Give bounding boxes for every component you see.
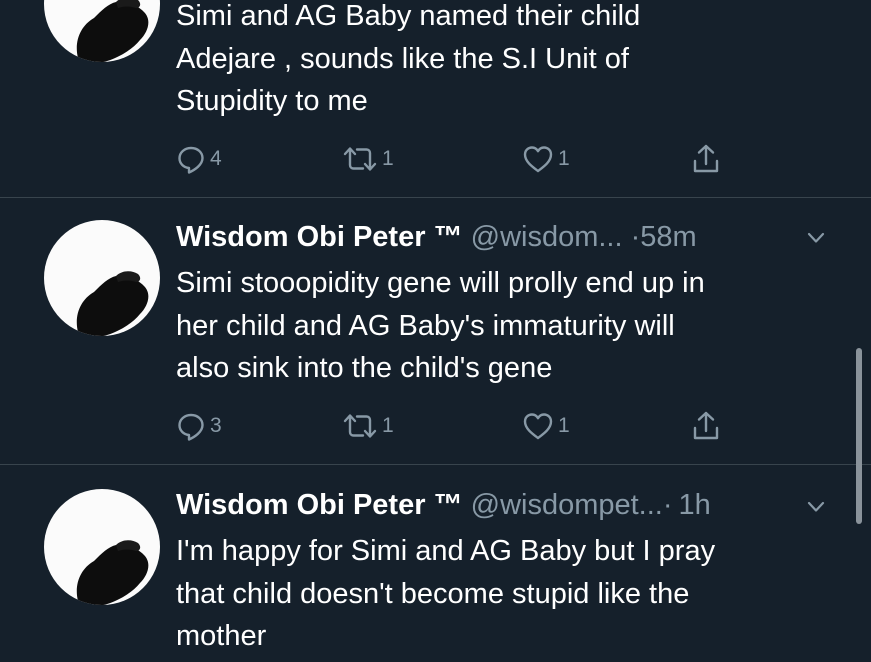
avatar[interactable]	[44, 220, 160, 336]
tweet[interactable]: Wisdom Obi Peter ™ @wisdompet...· 1h I'm …	[0, 464, 871, 662]
tweet-text: Simi and AG Baby named their child Adeja…	[176, 0, 641, 117]
retweet-button[interactable]: 1	[342, 409, 394, 443]
timestamp[interactable]: 1h	[679, 489, 711, 521]
user-handle[interactable]: @wisdom...	[471, 221, 623, 253]
retweet-button[interactable]: 1	[342, 142, 394, 176]
share-icon	[693, 411, 719, 440]
tweet-actions: 3 1 1	[0, 409, 871, 443]
scrollbar-thumb[interactable]	[856, 348, 862, 524]
separator-dot: ·	[662, 489, 673, 521]
like-icon	[523, 146, 553, 173]
tweet-header: Wisdom Obi Peter ™ @wisdom... ·58m	[176, 220, 697, 254]
like-button[interactable]: 1	[522, 409, 570, 443]
like-button[interactable]: 1	[522, 142, 570, 176]
tweet-header: Wisdom Obi Peter ™ @wisdompet...· 1h	[176, 488, 711, 522]
avatar-image	[76, 271, 149, 336]
tweet-text: I'm happy for Simi and AG Baby but I pra…	[176, 535, 716, 652]
share-button[interactable]	[690, 142, 722, 176]
timestamp[interactable]: 58m	[640, 221, 696, 253]
display-name[interactable]: Wisdom Obi Peter ™	[176, 489, 463, 521]
share-button[interactable]	[690, 409, 722, 443]
avatar-image	[76, 0, 149, 62]
avatar[interactable]	[44, 0, 160, 62]
reply-count: 3	[210, 414, 222, 437]
user-handle[interactable]: @wisdompet...	[471, 489, 663, 521]
tweet-actions: 4 1 1	[0, 142, 871, 176]
like-icon	[523, 413, 553, 440]
share-icon	[693, 144, 719, 173]
like-count: 1	[558, 414, 570, 437]
reply-button[interactable]: 4	[176, 142, 222, 176]
reply-count: 4	[210, 147, 222, 170]
retweet-count: 1	[382, 147, 394, 170]
retweet-icon	[343, 414, 377, 438]
reply-button[interactable]: 3	[176, 409, 222, 443]
tweet[interactable]: Simi and AG Baby named their child Adeja…	[0, 0, 871, 197]
reply-icon	[178, 413, 204, 441]
retweet-count: 1	[382, 414, 394, 437]
avatar[interactable]	[44, 489, 160, 605]
display-name[interactable]: Wisdom Obi Peter ™	[176, 221, 463, 253]
chevron-down-icon[interactable]	[806, 500, 826, 514]
avatar-image	[76, 540, 149, 605]
tweet[interactable]: Wisdom Obi Peter ™ @wisdom... ·58m Simi …	[0, 197, 871, 464]
tweet-feed: Simi and AG Baby named their child Adeja…	[0, 0, 871, 662]
chevron-down-icon[interactable]	[806, 231, 826, 245]
separator-dot: ·	[630, 221, 641, 253]
reply-icon	[178, 146, 204, 174]
retweet-icon	[343, 147, 377, 171]
like-count: 1	[558, 147, 570, 170]
tweet-text: Simi stooopidity gene will prolly end up…	[176, 267, 705, 384]
